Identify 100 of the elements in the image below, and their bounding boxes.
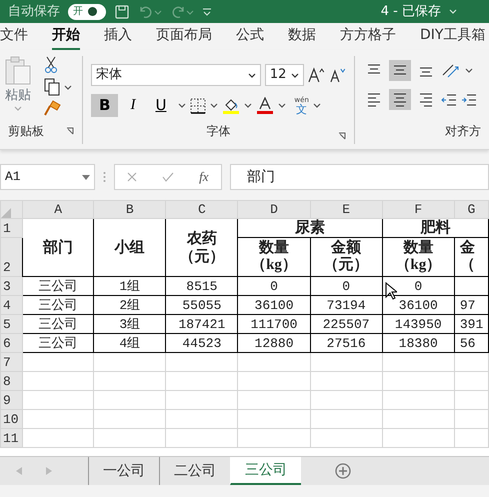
column-header[interactable]: F bbox=[382, 200, 454, 218]
table-cell: 56 bbox=[454, 334, 488, 352]
column-header[interactable]: B bbox=[94, 200, 166, 218]
copy-icon[interactable] bbox=[44, 78, 60, 96]
font-size-dropdown[interactable]: 12 bbox=[264, 64, 304, 86]
header-cell: 肥料 bbox=[382, 218, 488, 238]
dropdown-icon[interactable] bbox=[82, 174, 90, 180]
menu-tab[interactable]: 数据 bbox=[288, 25, 316, 50]
row-header[interactable]: 10 bbox=[0, 410, 23, 428]
caret-icon[interactable] bbox=[244, 103, 252, 108]
table-cell: 391 bbox=[454, 314, 488, 334]
align-right-icon bbox=[418, 91, 434, 108]
table-cell: 187421 bbox=[166, 314, 238, 334]
caret-icon[interactable] bbox=[178, 103, 186, 108]
italic-button[interactable]: I bbox=[122, 94, 144, 117]
table-cell: 三公司 bbox=[22, 314, 94, 334]
caret-icon[interactable] bbox=[64, 84, 72, 90]
document-title: 4 - 已保存 bbox=[380, 2, 441, 21]
increase-indent-icon[interactable] bbox=[461, 92, 477, 108]
align-left-icon bbox=[366, 91, 382, 108]
orientation-icon[interactable] bbox=[441, 62, 461, 78]
mouse-pointer-icon bbox=[385, 282, 397, 300]
bold-button[interactable]: B bbox=[91, 94, 118, 117]
column-header[interactable]: E bbox=[310, 200, 382, 218]
table-cell: 8515 bbox=[166, 276, 238, 296]
add-sheet-icon[interactable] bbox=[335, 463, 351, 479]
header-cell: 农药 （元） bbox=[166, 218, 238, 276]
caret-icon[interactable] bbox=[248, 72, 256, 78]
row-header[interactable]: 2 bbox=[0, 238, 23, 276]
header-cell: 金额 （元） bbox=[310, 238, 382, 276]
row-header[interactable]: 6 bbox=[0, 334, 23, 352]
caret-icon[interactable] bbox=[312, 103, 321, 108]
menu-tab[interactable]: 公式 bbox=[236, 25, 264, 50]
table-cell: 44523 bbox=[166, 334, 238, 352]
table-cell: 2组 bbox=[94, 296, 166, 314]
menu-tab[interactable]: 文件 bbox=[0, 25, 28, 50]
table-cell: 三公司 bbox=[22, 296, 94, 314]
save-icon[interactable] bbox=[114, 4, 130, 20]
row-header[interactable]: 8 bbox=[0, 372, 23, 390]
table-cell: 73194 bbox=[310, 296, 382, 314]
decrease-font-icon[interactable] bbox=[330, 67, 346, 83]
header-cell: 小组 bbox=[94, 218, 166, 276]
drag-handle-icon[interactable] bbox=[103, 171, 106, 183]
column-header[interactable]: C bbox=[166, 200, 238, 218]
font-name-dropdown[interactable]: 宋体 bbox=[91, 64, 261, 86]
caret-icon[interactable] bbox=[210, 103, 218, 108]
menu-tab[interactable]: 方方格子 bbox=[340, 25, 396, 50]
fill-color-icon[interactable] bbox=[222, 96, 240, 114]
header-cell: 金 （ bbox=[454, 238, 488, 276]
row-header[interactable]: 5 bbox=[0, 314, 23, 334]
group-label: 剪贴板 bbox=[8, 123, 44, 140]
formula-field[interactable]: 部门 bbox=[230, 164, 489, 190]
table-cell: 三公司 bbox=[22, 276, 94, 296]
clipboard-icon[interactable] bbox=[4, 56, 32, 86]
row-header[interactable]: 1 bbox=[0, 218, 23, 238]
align-button[interactable] bbox=[389, 60, 411, 81]
table-cell: 1组 bbox=[94, 276, 166, 296]
row-header[interactable]: 3 bbox=[0, 276, 23, 296]
autosave-toggle[interactable]: 开 bbox=[68, 4, 106, 20]
name-box[interactable]: A1 bbox=[0, 164, 95, 190]
group-label: 字体 bbox=[206, 123, 230, 140]
table-cell: 225507 bbox=[310, 314, 382, 334]
customize-icon[interactable] bbox=[202, 6, 212, 16]
decrease-indent-icon[interactable] bbox=[441, 92, 457, 108]
column-header[interactable]: G bbox=[454, 200, 488, 218]
autosave-label: 自动保存 bbox=[8, 2, 60, 21]
table-cell: 0 bbox=[238, 276, 310, 296]
scissors-icon[interactable] bbox=[44, 56, 58, 74]
format-painter-icon[interactable] bbox=[44, 100, 62, 116]
caret-icon[interactable] bbox=[278, 103, 286, 108]
table-cell: 0 bbox=[310, 276, 382, 296]
column-header[interactable]: A bbox=[22, 200, 94, 218]
group-label: 对齐方 bbox=[445, 123, 481, 140]
sheet-tab[interactable]: 一公司 bbox=[88, 457, 159, 485]
row-header[interactable]: 11 bbox=[0, 428, 23, 448]
dialog-launcher-icon[interactable] bbox=[338, 132, 346, 140]
row-header[interactable]: 7 bbox=[0, 352, 23, 372]
table-cell: 36100 bbox=[238, 296, 310, 314]
row-header[interactable]: 4 bbox=[0, 296, 23, 314]
header-cell: 数量 （kg） bbox=[238, 238, 310, 276]
increase-font-icon[interactable] bbox=[308, 67, 326, 83]
align-button[interactable] bbox=[389, 89, 411, 110]
insert-function-button[interactable]: fx bbox=[199, 167, 209, 187]
borders-icon[interactable] bbox=[190, 98, 206, 114]
column-header[interactable]: D bbox=[238, 200, 310, 218]
dialog-launcher-icon[interactable] bbox=[66, 127, 74, 135]
menu-tab[interactable]: 插入 bbox=[104, 25, 132, 50]
font-color-icon[interactable] bbox=[256, 96, 274, 114]
header-cell: 尿素 bbox=[238, 218, 382, 238]
menu-tab[interactable]: DIY工具箱 bbox=[420, 25, 486, 50]
sheet-tab[interactable]: 三公司 bbox=[230, 457, 301, 485]
table-cell: 18380 bbox=[382, 334, 454, 352]
menu-tab[interactable]: 开始 bbox=[52, 25, 80, 50]
caret-icon[interactable] bbox=[291, 72, 300, 78]
table-cell: 27516 bbox=[310, 334, 382, 352]
caret-icon[interactable] bbox=[465, 68, 473, 73]
menu-tab[interactable]: 页面布局 bbox=[156, 25, 212, 50]
underline-button[interactable]: U bbox=[147, 94, 174, 117]
row-header[interactable]: 9 bbox=[0, 390, 23, 410]
table-cell: 55055 bbox=[166, 296, 238, 314]
